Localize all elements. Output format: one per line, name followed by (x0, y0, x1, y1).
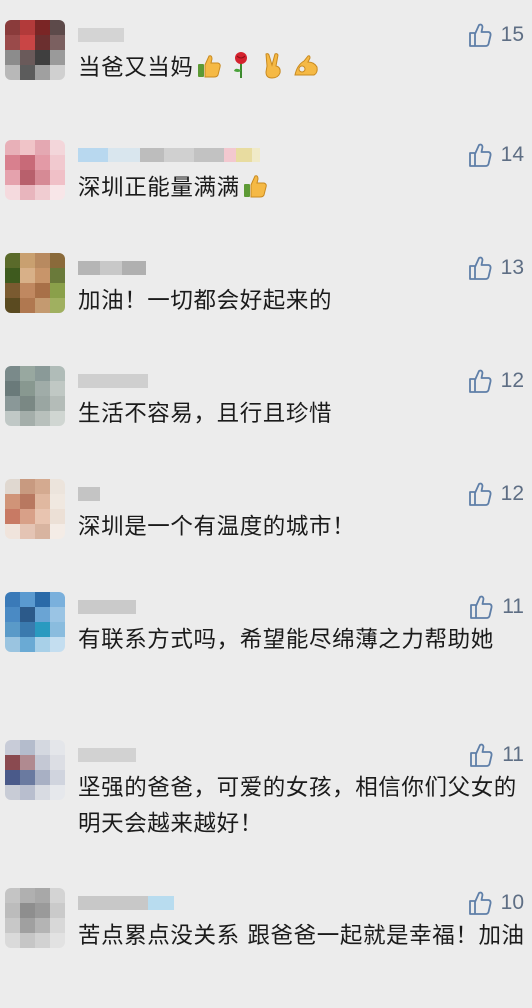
thumbs-up-outline-icon (468, 143, 492, 167)
nickname-blurred[interactable] (78, 896, 174, 910)
comment-text: 有联系方式吗，希望能尽绵薄之力帮助她 (78, 627, 494, 653)
avatar[interactable] (5, 366, 65, 426)
thumbs-up-outline-icon (468, 23, 492, 47)
nickname-blurred[interactable] (78, 600, 136, 614)
nickname-blurred[interactable] (78, 487, 100, 501)
comment-text: 当爸又当妈 (78, 50, 528, 90)
nickname-blurred[interactable] (78, 28, 124, 42)
comment-text: 生活不容易，且行且珍惜 (78, 401, 333, 427)
nickname-blurred[interactable] (78, 374, 148, 388)
thumbs-up-outline-icon (468, 256, 492, 280)
like-button[interactable]: 11 (469, 592, 524, 622)
thumbs-up-outline-icon (468, 891, 492, 915)
like-count: 11 (502, 743, 524, 766)
thumbs-up-outline-icon (468, 369, 492, 393)
like-count: 12 (500, 482, 524, 505)
thumbs-up-outline-icon (470, 595, 493, 619)
comment-text: 加油！一切都会好起来的 (78, 288, 333, 314)
like-button[interactable]: 12 (468, 366, 524, 396)
comment-text: 深圳是一个有温度的城市！ (78, 514, 356, 540)
like-count: 10 (500, 891, 524, 914)
nickname-blurred[interactable] (78, 261, 146, 275)
avatar[interactable] (5, 592, 65, 652)
like-count: 12 (500, 369, 524, 392)
victory-hand-emoji-icon (260, 51, 286, 90)
comment-text: 苦点累点没关系 跟爸爸一起就是幸福！加油 (78, 923, 525, 949)
comment-text: 坚强的爸爸，可爱的女孩，相信你们父女的明天会越来越好！ (78, 775, 517, 837)
avatar[interactable] (5, 253, 65, 313)
thumbs-up-outline-icon (470, 743, 493, 767)
rose-emoji-icon (230, 51, 252, 90)
like-count: 15 (500, 23, 524, 46)
ok-hand-emoji-icon (292, 53, 320, 90)
comment-text: 深圳正能量满满 (78, 170, 528, 210)
like-button[interactable]: 13 (468, 253, 524, 283)
nickname-blurred[interactable] (78, 148, 260, 162)
like-button[interactable]: 12 (468, 479, 524, 509)
avatar[interactable] (5, 740, 65, 800)
thumbs-up-emoji-icon (242, 173, 268, 210)
thumbs-up-emoji-icon (196, 53, 222, 90)
like-button[interactable]: 14 (468, 140, 524, 170)
thumbs-up-outline-icon (468, 482, 492, 506)
like-count: 14 (500, 143, 524, 166)
avatar[interactable] (5, 140, 65, 200)
avatar[interactable] (5, 20, 65, 80)
like-button[interactable]: 15 (468, 20, 524, 50)
avatar[interactable] (5, 479, 65, 539)
like-count: 13 (500, 256, 524, 279)
like-button[interactable]: 10 (468, 888, 524, 918)
nickname-blurred[interactable] (78, 748, 136, 762)
avatar[interactable] (5, 888, 65, 948)
like-count: 11 (502, 595, 524, 618)
like-button[interactable]: 11 (469, 740, 524, 770)
